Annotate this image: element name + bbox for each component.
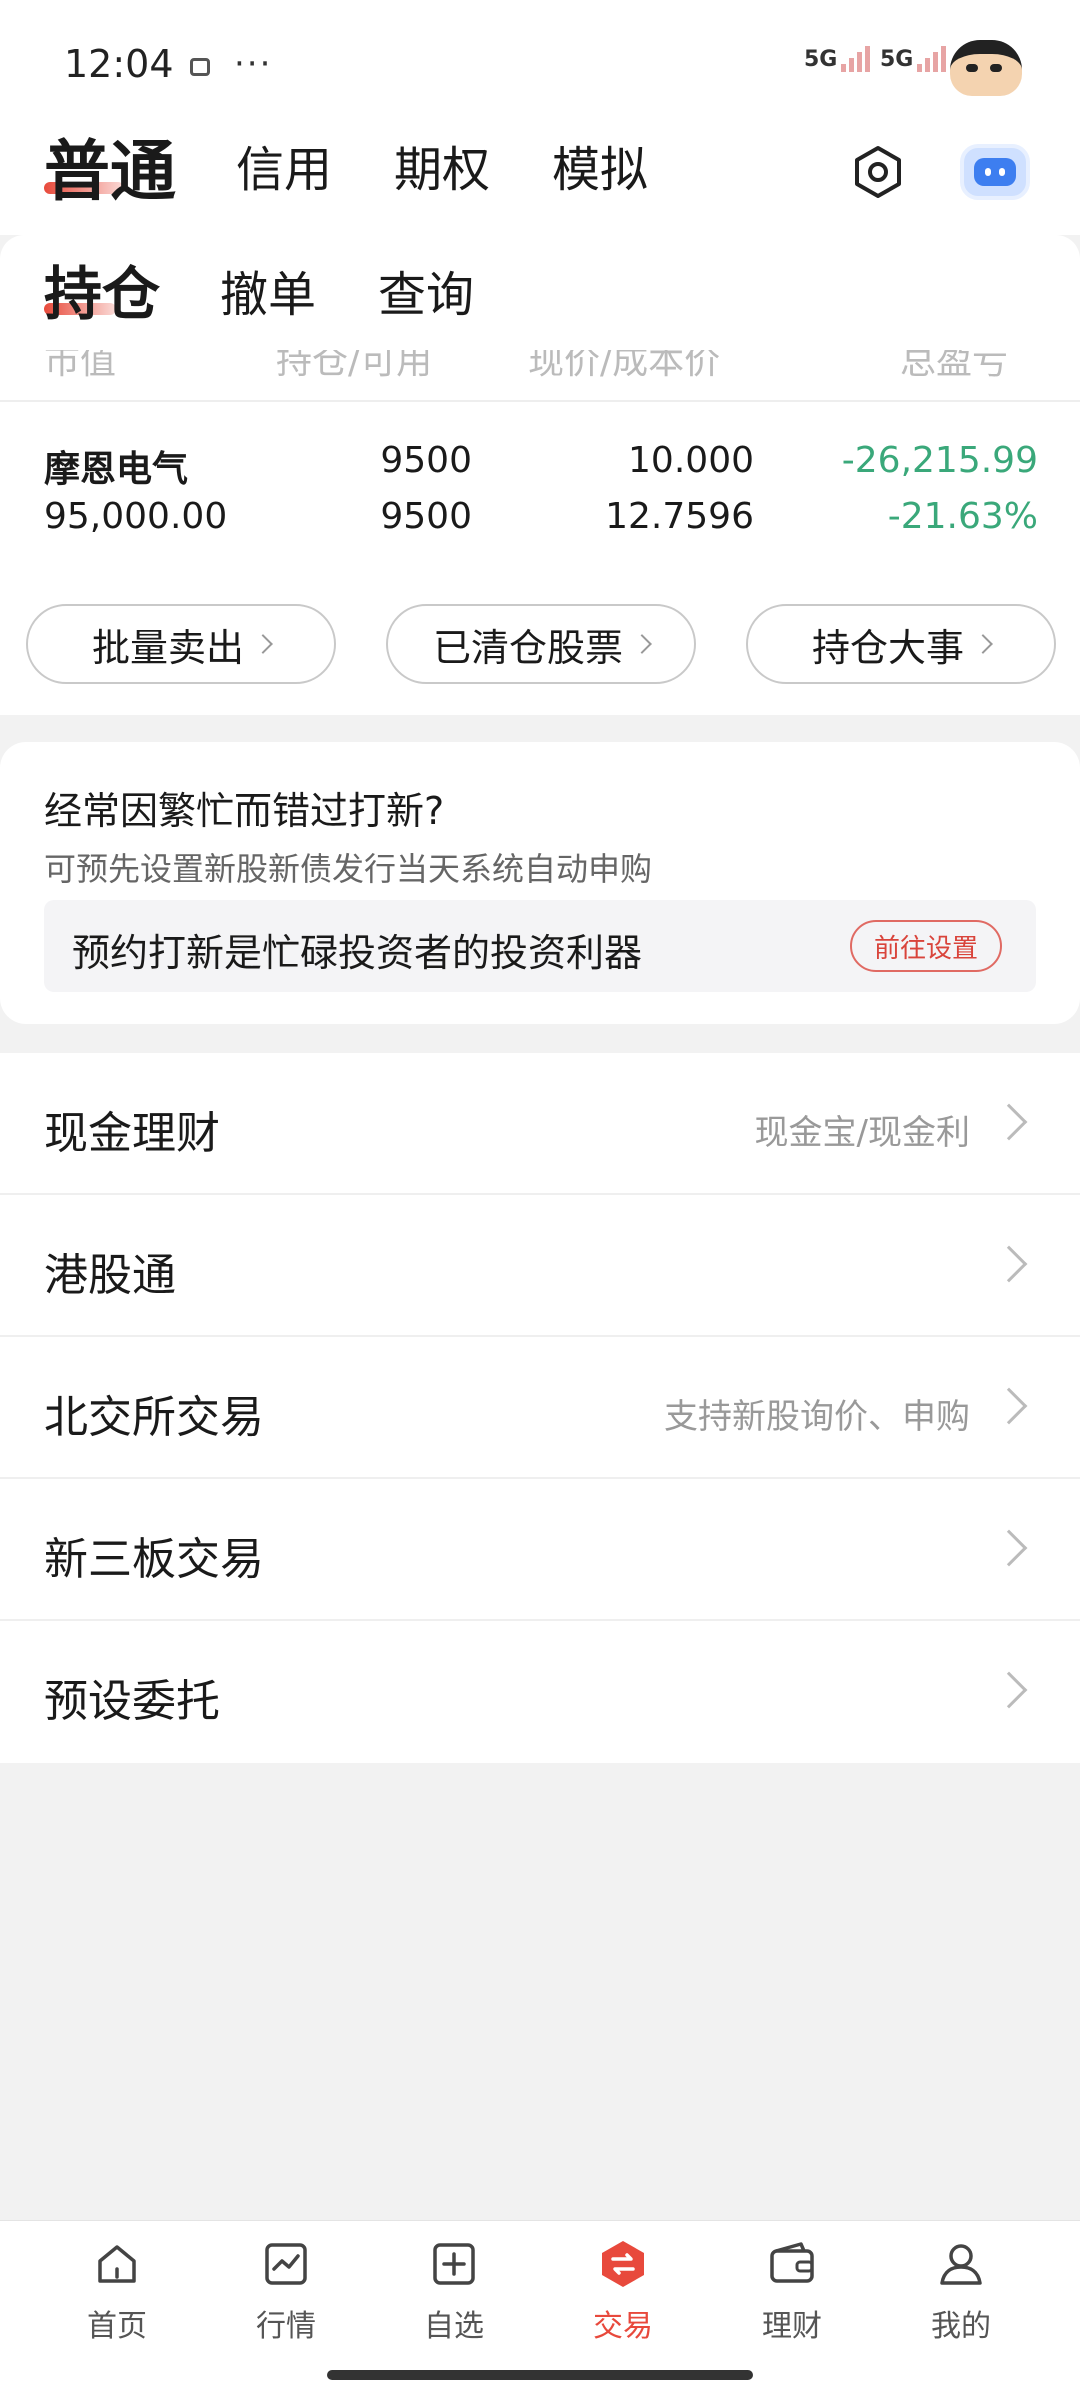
tab-options[interactable]: 期权 bbox=[394, 130, 490, 200]
tab-cancel-order[interactable]: 撤单 bbox=[220, 255, 316, 325]
user-icon bbox=[940, 2244, 982, 2285]
settings-icon[interactable] bbox=[848, 142, 908, 202]
menu-item-hk-connect[interactable]: 港股通 bbox=[0, 1195, 1080, 1337]
tab-credit[interactable]: 信用 bbox=[236, 130, 332, 200]
more-notifications-icon: ··· bbox=[234, 44, 273, 84]
pnl-percent: -21.63% bbox=[887, 496, 1038, 537]
column-market-value: 市值 bbox=[44, 350, 117, 382]
menu-item-hint: 现金宝/现金利 bbox=[754, 1113, 970, 1153]
menu-item-label: 港股通 bbox=[44, 1250, 176, 1301]
chevron-right-icon bbox=[632, 634, 652, 654]
status-avatar-icon bbox=[950, 40, 1022, 96]
total-pnl: -26,215.99 bbox=[841, 440, 1038, 481]
go-settings-button[interactable]: 前往设置 bbox=[850, 920, 1002, 972]
position-events-label: 持仓大事 bbox=[811, 625, 964, 670]
menu-item-label: 预设委托 bbox=[44, 1676, 220, 1727]
plus-square-icon bbox=[433, 2243, 475, 2285]
cleared-stocks-label: 已清仓股票 bbox=[432, 625, 623, 670]
promo-subtitle: 可预先设置新股新债发行当天系统自动申购 bbox=[44, 850, 653, 888]
position-qty: 9500 bbox=[380, 440, 472, 481]
cost-price: 12.7596 bbox=[605, 496, 754, 537]
menu-item-preset-order[interactable]: 预设委托 bbox=[0, 1621, 1080, 1763]
tab-positions[interactable]: 持仓 bbox=[44, 247, 160, 331]
menu-item-label: 现金理财 bbox=[44, 1108, 220, 1159]
chart-icon bbox=[265, 2243, 307, 2285]
tab-wealth[interactable]: 理财 bbox=[737, 2239, 847, 2345]
market-value: 95,000.00 bbox=[44, 496, 228, 537]
exchange-icon bbox=[602, 2241, 644, 2287]
tab-query[interactable]: 查询 bbox=[378, 255, 474, 325]
cleared-stocks-button[interactable]: 已清仓股票 bbox=[386, 604, 696, 684]
tab-simulation[interactable]: 模拟 bbox=[552, 130, 648, 200]
chevron-right-icon bbox=[990, 1387, 1028, 1425]
position-events-button[interactable]: 持仓大事 bbox=[746, 604, 1056, 684]
current-price: 10.000 bbox=[628, 440, 754, 481]
signal-icon: 5G bbox=[804, 46, 873, 72]
tab-market[interactable]: 行情 bbox=[231, 2239, 341, 2345]
home-icon bbox=[98, 2245, 136, 2283]
tab-label: 理财 bbox=[762, 2309, 822, 2344]
column-position: 持仓/可用 bbox=[276, 350, 433, 382]
holdings-panel: 市值 持仓/可用 现价/成本价 总盈亏 摩恩电气 95,000.00 9500 … bbox=[0, 350, 1080, 715]
available-qty: 9500 bbox=[380, 496, 472, 537]
menu-item-cash-management[interactable]: 现金理财 现金宝/现金利 bbox=[0, 1053, 1080, 1195]
tab-label: 自选 bbox=[424, 2309, 484, 2344]
batch-sell-button[interactable]: 批量卖出 bbox=[26, 604, 336, 684]
promo-banner-text: 预约打新是忙碌投资者的投资利器 bbox=[72, 931, 643, 975]
status-bar: 12:04 ··· 5G 5G bbox=[0, 0, 1080, 120]
tab-label: 首页 bbox=[87, 2309, 147, 2344]
tab-label: 我的 bbox=[931, 2309, 991, 2344]
ipo-auto-subscribe-card: 经常因繁忙而错过打新? 可预先设置新股新债发行当天系统自动申购 预约打新是忙碌投… bbox=[0, 742, 1080, 1024]
tab-normal[interactable]: 普通 bbox=[44, 118, 176, 214]
menu-item-hint: 支持新股询价、申购 bbox=[664, 1397, 970, 1437]
tab-profile[interactable]: 我的 bbox=[906, 2239, 1016, 2345]
column-pnl: 总盈亏 bbox=[900, 350, 1009, 382]
holdings-column-header: 市值 持仓/可用 现价/成本价 总盈亏 bbox=[0, 350, 1080, 402]
tab-label: 行情 bbox=[256, 2309, 316, 2344]
stock-name: 摩恩电气 bbox=[44, 449, 189, 490]
column-price: 现价/成本价 bbox=[528, 350, 721, 382]
tab-watchlist[interactable]: 自选 bbox=[399, 2239, 509, 2345]
chevron-right-icon bbox=[990, 1245, 1028, 1283]
tab-home[interactable]: 首页 bbox=[62, 2239, 172, 2345]
trade-menu-list: 现金理财 现金宝/现金利 港股通 北交所交易 支持新股询价、申购 新三板交易 预… bbox=[0, 1053, 1080, 1763]
assistant-robot-icon[interactable] bbox=[960, 144, 1030, 200]
chevron-right-icon bbox=[973, 634, 993, 654]
batch-sell-label: 批量卖出 bbox=[91, 625, 244, 670]
promo-banner[interactable]: 预约打新是忙碌投资者的投资利器 前往设置 bbox=[44, 900, 1036, 992]
sub-tabs: 持仓 撤单 查询 bbox=[0, 235, 1080, 350]
promo-title: 经常因繁忙而错过打新? bbox=[44, 789, 445, 833]
menu-item-bse-trading[interactable]: 北交所交易 支持新股询价、申购 bbox=[0, 1337, 1080, 1479]
menu-item-label: 新三板交易 bbox=[44, 1534, 264, 1585]
chevron-right-icon bbox=[990, 1529, 1028, 1567]
notification-app-icon bbox=[190, 58, 210, 76]
chevron-right-icon bbox=[990, 1103, 1028, 1141]
menu-item-neeq-trading[interactable]: 新三板交易 bbox=[0, 1479, 1080, 1621]
tab-trade[interactable]: 交易 bbox=[568, 2239, 678, 2345]
account-type-tabs: 普通 信用 期权 模拟 bbox=[0, 120, 1080, 235]
status-time: 12:04 bbox=[64, 42, 174, 86]
home-indicator[interactable] bbox=[327, 2370, 753, 2380]
signal-icon: 5G bbox=[880, 46, 949, 72]
chevron-right-icon bbox=[253, 634, 273, 654]
menu-item-label: 北交所交易 bbox=[44, 1392, 264, 1443]
tab-label: 交易 bbox=[593, 2309, 653, 2344]
wallet-icon bbox=[770, 2242, 814, 2283]
chevron-right-icon bbox=[990, 1671, 1028, 1709]
robot-face bbox=[974, 158, 1016, 186]
